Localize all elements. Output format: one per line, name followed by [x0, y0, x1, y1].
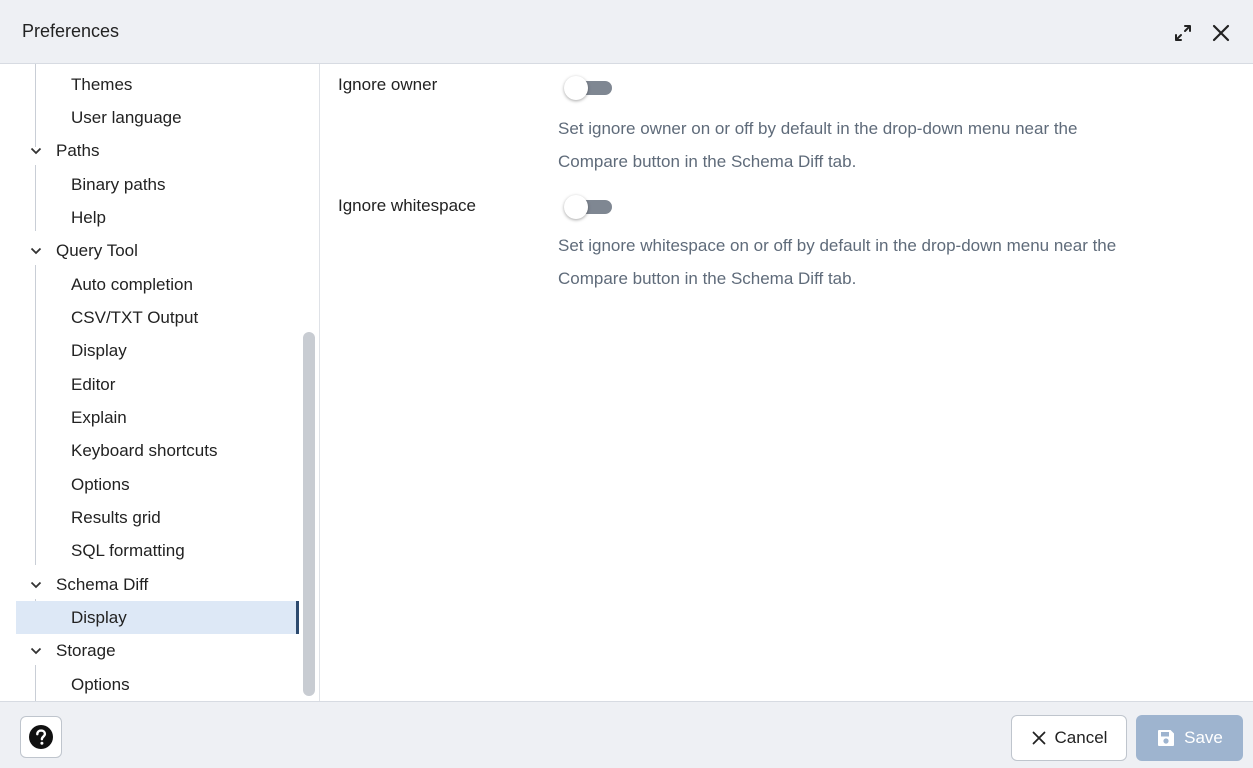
close-icon [1212, 24, 1230, 42]
tree-item-label: Editor [71, 374, 116, 394]
dialog-title: Preferences [22, 21, 120, 41]
tree-item-label: Storage [56, 640, 116, 660]
tree-item-schema-diff[interactable]: Schema Diff [16, 568, 299, 601]
tree-item-query-tool-options[interactable]: Options [16, 468, 299, 501]
tree-item-label: Paths [56, 140, 100, 160]
tree-item-results-grid[interactable]: Results grid [16, 501, 299, 534]
tree-item-label: Binary paths [71, 174, 166, 194]
tree-item-label: Keyboard shortcuts [71, 440, 218, 460]
maximize-button[interactable] [1168, 18, 1198, 48]
tree-item-label: Options [71, 674, 130, 694]
ignore-whitespace-label: Ignore whitespace [338, 196, 476, 215]
tree-item-storage-options[interactable]: Options [16, 668, 299, 701]
chevron-down-icon [30, 247, 44, 255]
tree-item-label: Results grid [71, 507, 161, 527]
preferences-content: Ignore owner Set ignore owner on or off … [320, 64, 1253, 701]
tree-item-csv-txt-output[interactable]: CSV/TXT Output [16, 301, 299, 334]
cancel-button[interactable]: Cancel [1011, 715, 1127, 761]
ignore-owner-help-line-1: Set ignore owner on or off by default in… [558, 119, 1078, 138]
tree-item-auto-completion[interactable]: Auto completion [16, 268, 299, 301]
tree-item-label: SQL formatting [71, 540, 185, 560]
tree-item-label: Schema Diff [56, 574, 149, 594]
tree-item-label: Display [71, 607, 127, 627]
tree-item-query-tool[interactable]: Query Tool [16, 234, 299, 267]
ignore-whitespace-help-line-1: Set ignore whitespace on or off by defau… [558, 236, 1117, 255]
save-button-label: Save [1184, 728, 1223, 747]
tree-item-label: User language [71, 107, 182, 127]
tree-item-label: CSV/TXT Output [71, 307, 199, 327]
preferences-dialog: Preferences Themes User language Paths B… [0, 0, 1253, 768]
tree-item-label: Explain [71, 407, 127, 427]
tree-item-schema-diff-display[interactable]: Display [16, 601, 299, 634]
close-icon [1032, 731, 1045, 745]
ignore-whitespace-help-line-2: Compare button in the Schema Diff tab. [558, 269, 857, 288]
tree-item-label: Auto completion [71, 274, 193, 294]
chevron-down-icon [30, 147, 44, 155]
toggle-knob [564, 76, 588, 100]
tree-item-sql-formatting[interactable]: SQL formatting [16, 534, 299, 567]
tree-item-label: Display [71, 340, 127, 360]
help-button[interactable] [20, 716, 62, 758]
ignore-owner-label: Ignore owner [338, 75, 438, 94]
chevron-down-icon [30, 647, 44, 655]
close-button[interactable] [1206, 18, 1236, 48]
tree-item-user-language[interactable]: User language [16, 101, 299, 134]
tree-item-label: Query Tool [56, 240, 138, 260]
save-icon [1158, 730, 1175, 746]
tree-item-paths[interactable]: Paths [16, 134, 299, 167]
ignore-owner-help-line-2: Compare button in the Schema Diff tab. [558, 152, 857, 171]
ignore-whitespace-help: Set ignore whitespace on or off by defau… [558, 229, 1248, 295]
toggle-knob [564, 195, 588, 219]
save-button[interactable]: Save [1136, 715, 1243, 761]
expand-icon [1175, 25, 1191, 41]
tree-item-label: Themes [71, 74, 133, 94]
tree-item-keyboard-shortcuts[interactable]: Keyboard shortcuts [16, 434, 299, 467]
tree-item-storage[interactable]: Storage [16, 634, 299, 667]
tree-item-label: Help [71, 207, 106, 227]
dialog-footer: Cancel Save [0, 701, 1253, 768]
ignore-owner-help: Set ignore owner on or off by default in… [558, 112, 1248, 178]
ignore-whitespace-toggle[interactable] [564, 194, 618, 220]
tree-item-editor[interactable]: Editor [16, 368, 299, 401]
cancel-button-label: Cancel [1054, 728, 1108, 747]
preferences-tree-sidebar: Themes User language Paths Binary paths … [0, 64, 320, 701]
dialog-titlebar: Preferences [0, 0, 1253, 64]
tree-item-query-tool-display[interactable]: Display [16, 334, 299, 367]
question-circle-icon [29, 725, 53, 749]
tree-item-explain[interactable]: Explain [16, 401, 299, 434]
tree-item-help[interactable]: Help [16, 201, 299, 234]
sidebar-scrollbar-thumb[interactable] [303, 332, 315, 696]
tree-item-themes[interactable]: Themes [16, 68, 299, 101]
tree-item-binary-paths[interactable]: Binary paths [16, 168, 299, 201]
ignore-owner-toggle[interactable] [564, 75, 618, 101]
chevron-down-icon [30, 581, 44, 589]
tree-item-label: Options [71, 474, 130, 494]
